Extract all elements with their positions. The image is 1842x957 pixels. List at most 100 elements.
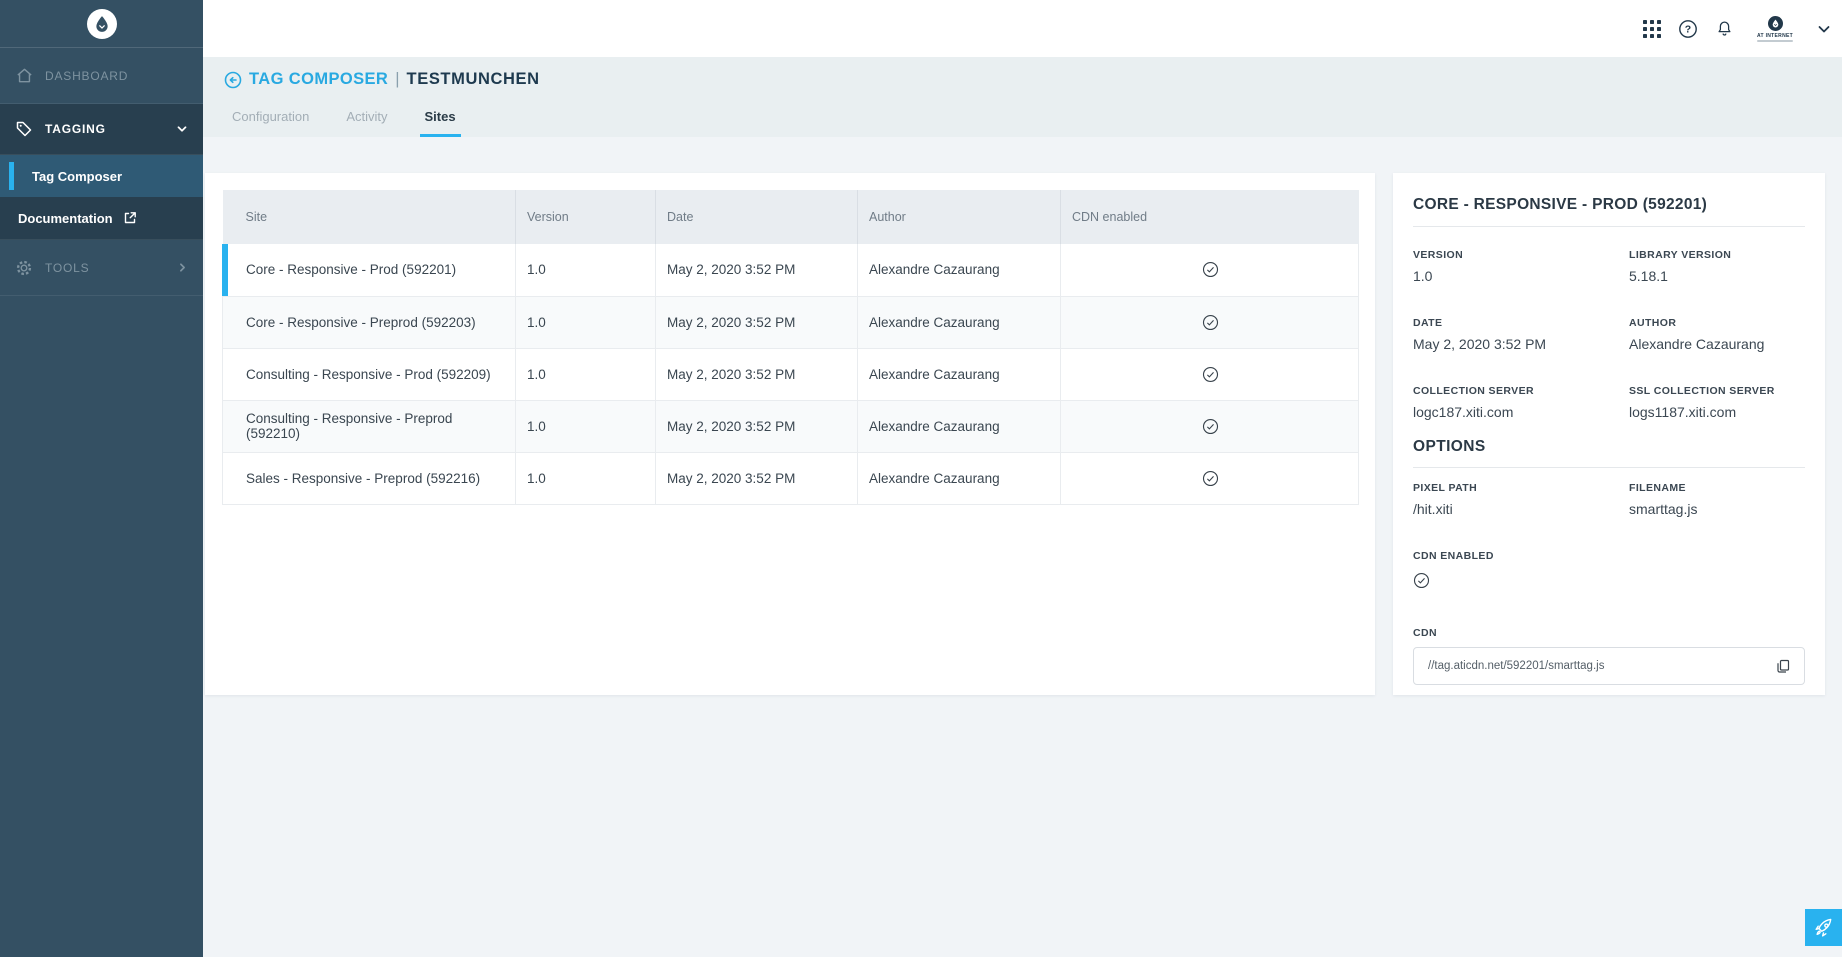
tab-activity[interactable]: Activity [346, 103, 387, 137]
help-icon[interactable]: ? [1678, 19, 1698, 39]
sidebar-item-tag-composer[interactable]: Tag Composer [0, 155, 203, 197]
table-header-row: Site Version Date Author CDN enabled [223, 190, 1359, 244]
app-root: DASHBOARD TAGGING Tag Composer Documenta… [0, 0, 1842, 957]
cell-date: May 2, 2020 3:52 PM [656, 296, 858, 348]
topbar: ? AT INTERNET [203, 0, 1842, 57]
field-author: AUTHOR Alexandre Cazaurang [1629, 317, 1805, 352]
field-value: logc187.xiti.com [1413, 404, 1629, 420]
svg-text:?: ? [1685, 23, 1691, 35]
divider [1413, 226, 1805, 227]
rocket-launch-button[interactable] [1805, 909, 1842, 946]
detail-title: CORE - RESPONSIVE - PROD (592201) [1413, 196, 1805, 214]
at-internet-logo-icon [87, 9, 117, 39]
sidebar-item-label: TAGGING [45, 122, 106, 136]
table-row[interactable]: Sales - Responsive - Preprod (592216) 1.… [223, 452, 1359, 504]
column-header-cdn-enabled: CDN enabled [1061, 190, 1359, 244]
logo-text: AT INTERNET [1757, 33, 1793, 39]
rocket-icon [1813, 917, 1835, 939]
check-circle-icon [1202, 418, 1219, 435]
back-icon[interactable] [224, 71, 242, 89]
cell-version: 1.0 [516, 400, 656, 452]
sidebar-item-tools[interactable]: TOOLS [0, 240, 203, 296]
notifications-bell-icon[interactable] [1715, 19, 1734, 38]
field-label: VERSION [1413, 249, 1629, 261]
field-collection-server: COLLECTION SERVER logc187.xiti.com [1413, 385, 1629, 420]
gear-icon [14, 258, 34, 278]
at-internet-mini-logo-icon [1768, 16, 1783, 31]
site-detail-panel: CORE - RESPONSIVE - PROD (592201) VERSIO… [1393, 173, 1825, 695]
column-header-site: Site [223, 190, 516, 244]
table-row[interactable]: Core - Responsive - Prod (592201) 1.0 Ma… [223, 244, 1359, 296]
cell-author: Alexandre Cazaurang [858, 400, 1061, 452]
sidebar-item-documentation[interactable]: Documentation [0, 197, 203, 240]
field-label: LIBRARY VERSION [1629, 249, 1805, 261]
cell-version: 1.0 [516, 348, 656, 400]
check-circle-icon [1413, 572, 1430, 589]
cdn-url-field[interactable]: //tag.aticdn.net/592201/smarttag.js [1413, 647, 1805, 685]
sidebar-item-tagging[interactable]: TAGGING [0, 104, 203, 155]
home-icon [14, 66, 34, 86]
cell-site: Core - Responsive - Prod (592201) [223, 244, 516, 296]
sidebar-logo[interactable] [0, 0, 203, 48]
tab-sites[interactable]: Sites [425, 103, 456, 137]
account-chevron-down-icon[interactable] [1816, 21, 1832, 37]
cell-site: Consulting - Responsive - Prod (592209) [223, 348, 516, 400]
sidebar-nav: DASHBOARD TAGGING Tag Composer Documenta… [0, 48, 203, 296]
tag-icon [14, 119, 34, 139]
field-value: 1.0 [1413, 268, 1629, 284]
apps-grid-icon[interactable] [1643, 20, 1661, 38]
options-fields: PIXEL PATH /hit.xiti FILENAME smarttag.j… [1413, 482, 1805, 517]
sidebar-item-label: DASHBOARD [45, 69, 128, 83]
title-separator: | [395, 70, 399, 89]
field-version: VERSION 1.0 [1413, 249, 1629, 284]
column-header-version: Version [516, 190, 656, 244]
main-content: Site Version Date Author CDN enabled Cor… [203, 137, 1842, 957]
cell-date: May 2, 2020 3:52 PM [656, 348, 858, 400]
account-logo[interactable]: AT INTERNET [1751, 16, 1799, 42]
cdn-url-value: //tag.aticdn.net/592201/smarttag.js [1428, 660, 1775, 672]
chevron-down-icon [175, 122, 189, 136]
cell-author: Alexandre Cazaurang [858, 452, 1061, 504]
cell-author: Alexandre Cazaurang [858, 296, 1061, 348]
app-title-link[interactable]: TAG COMPOSER [249, 70, 388, 89]
page-header: TAG COMPOSER | TESTMUNCHEN Configuration… [203, 57, 1842, 137]
tabs: Configuration Activity Sites [232, 103, 456, 137]
cell-site: Core - Responsive - Preprod (592203) [223, 296, 516, 348]
sidebar-item-label: Documentation [18, 211, 123, 226]
cell-site: Consulting - Responsive - Preprod (59221… [223, 400, 516, 452]
table-row[interactable]: Consulting - Responsive - Preprod (59221… [223, 400, 1359, 452]
cell-date: May 2, 2020 3:52 PM [656, 452, 858, 504]
tab-configuration[interactable]: Configuration [232, 103, 309, 137]
sidebar-item-label: TOOLS [45, 261, 89, 275]
cell-version: 1.0 [516, 452, 656, 504]
check-circle-icon [1202, 261, 1219, 278]
field-value: logs1187.xiti.com [1629, 404, 1805, 420]
chevron-right-icon [176, 261, 189, 274]
sites-table: Site Version Date Author CDN enabled Cor… [222, 190, 1359, 505]
cell-date: May 2, 2020 3:52 PM [656, 400, 858, 452]
cell-version: 1.0 [516, 244, 656, 296]
check-circle-icon [1202, 366, 1219, 383]
field-label: COLLECTION SERVER [1413, 385, 1629, 397]
field-cdn-enabled: CDN ENABLED [1413, 550, 1805, 594]
field-pixel-path: PIXEL PATH /hit.xiti [1413, 482, 1629, 517]
site-name: TESTMUNCHEN [407, 70, 540, 89]
field-value: /hit.xiti [1413, 501, 1629, 517]
sidebar-item-dashboard[interactable]: DASHBOARD [0, 48, 203, 104]
table-row[interactable]: Consulting - Responsive - Prod (592209) … [223, 348, 1359, 400]
field-label: CDN ENABLED [1413, 550, 1805, 562]
check-circle-icon [1202, 314, 1219, 331]
field-ssl-collection-server: SSL COLLECTION SERVER logs1187.xiti.com [1629, 385, 1805, 420]
field-value: May 2, 2020 3:52 PM [1413, 336, 1629, 352]
copy-icon[interactable] [1775, 658, 1791, 674]
field-filename: FILENAME smarttag.js [1629, 482, 1805, 517]
table-row[interactable]: Core - Responsive - Preprod (592203) 1.0… [223, 296, 1359, 348]
field-label: AUTHOR [1629, 317, 1805, 329]
cell-author: Alexandre Cazaurang [858, 244, 1061, 296]
cell-site: Sales - Responsive - Preprod (592216) [223, 452, 516, 504]
sidebar-item-label: Tag Composer [18, 169, 122, 184]
field-value: smarttag.js [1629, 501, 1805, 517]
field-label: SSL COLLECTION SERVER [1629, 385, 1805, 397]
field-library-version: LIBRARY VERSION 5.18.1 [1629, 249, 1805, 284]
external-link-icon [123, 211, 137, 225]
